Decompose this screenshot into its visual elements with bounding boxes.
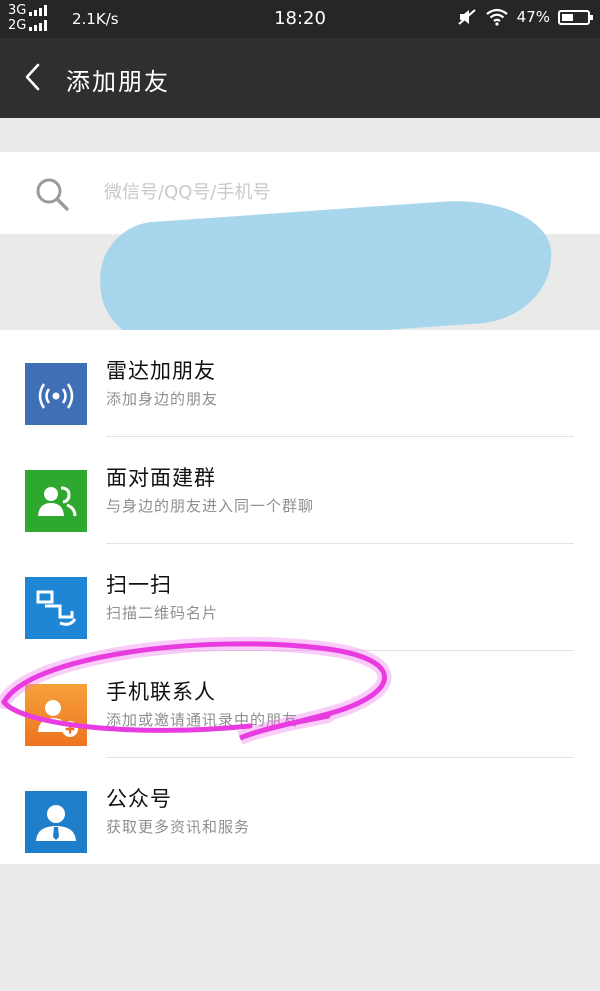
battery-percent: 47% — [516, 8, 550, 26]
item-title: 公众号 — [106, 787, 172, 811]
item-subtitle: 扫描二维码名片 — [106, 604, 219, 622]
wifi-icon — [485, 8, 508, 26]
contact-add-icon — [25, 684, 87, 746]
official-account-icon — [25, 791, 87, 853]
item-subtitle: 获取更多资讯和服务 — [106, 818, 251, 836]
add-friend-options-list: 雷达加朋友 添加身边的朋友 面对面建群 与身边的朋友进入同一个群聊 扫一扫 扫描… — [0, 330, 600, 864]
item-title: 雷达加朋友 — [106, 359, 216, 383]
search-input[interactable] — [104, 178, 564, 206]
list-item-phone-contacts[interactable]: 手机联系人 添加或邀请通讯录中的朋友 — [0, 651, 600, 758]
item-subtitle: 添加或邀请通讯录中的朋友 — [106, 711, 299, 729]
item-title: 扫一扫 — [106, 573, 172, 597]
item-title: 面对面建群 — [106, 466, 216, 490]
back-icon[interactable] — [18, 62, 48, 92]
scan-icon — [25, 577, 87, 639]
item-subtitle: 与身边的朋友进入同一个群聊 — [106, 497, 315, 515]
group-icon — [25, 470, 87, 532]
list-item-scan[interactable]: 扫一扫 扫描二维码名片 — [0, 544, 600, 651]
radar-icon — [25, 363, 87, 425]
search-icon — [36, 178, 69, 211]
list-item-radar[interactable]: 雷达加朋友 添加身边的朋友 — [0, 330, 600, 437]
nav-bar: 添加朋友 — [0, 38, 600, 118]
status-bar: 3G 2G 2.1K/s 18:20 47% — [0, 0, 600, 38]
list-item-face-to-face-group[interactable]: 面对面建群 与身边的朋友进入同一个群聊 — [0, 437, 600, 544]
battery-icon — [558, 9, 593, 25]
page-title: 添加朋友 — [66, 68, 170, 96]
list-item-official-accounts[interactable]: 公众号 获取更多资讯和服务 — [0, 758, 600, 865]
mute-icon — [457, 9, 476, 25]
item-title: 手机联系人 — [106, 680, 216, 704]
item-subtitle: 添加身边的朋友 — [106, 390, 219, 408]
